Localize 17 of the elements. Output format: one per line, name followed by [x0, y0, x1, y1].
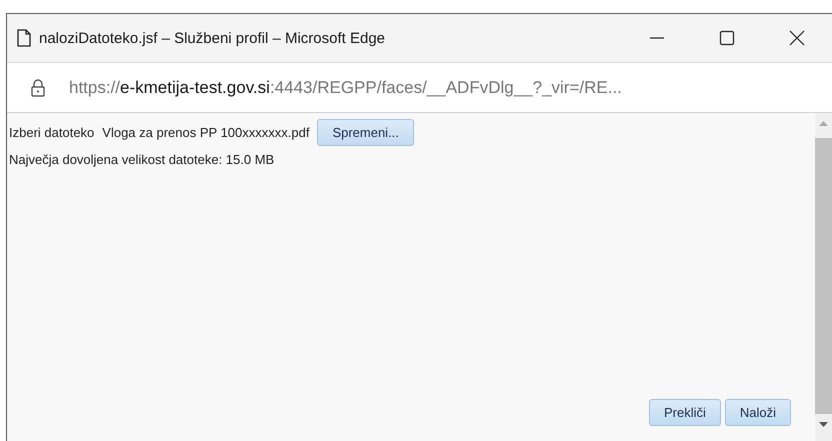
scroll-up-icon[interactable] [819, 121, 828, 126]
field-label: Izberi datoteko [9, 125, 94, 140]
minimize-icon [649, 37, 665, 39]
lock-icon [31, 78, 45, 96]
file-name: Vloga za prenos PP 100xxxxxxx.pdf [102, 125, 310, 140]
scrollbar-thumb[interactable] [815, 138, 832, 414]
cancel-button[interactable]: Prekliči [648, 399, 721, 426]
change-button[interactable]: Spremeni... [317, 119, 414, 146]
size-note: Največja dovoljena velikost datoteke: 15.0 MB [9, 152, 276, 167]
scrollbar[interactable] [815, 113, 832, 441]
upload-button[interactable]: Naloži [724, 399, 791, 426]
url-text[interactable]: https://e-kmetija-test.gov.si:4443/REGPP/faces/__ADFvDlg__?_vir=/RE... [69, 78, 622, 98]
page-icon [17, 29, 31, 47]
scroll-down-icon[interactable] [819, 422, 828, 427]
window-title: naloziDatoteko.jsf – Službeni profil – Microsoft Edge [39, 30, 386, 46]
maximize-icon [719, 30, 735, 46]
close-icon [789, 30, 805, 46]
